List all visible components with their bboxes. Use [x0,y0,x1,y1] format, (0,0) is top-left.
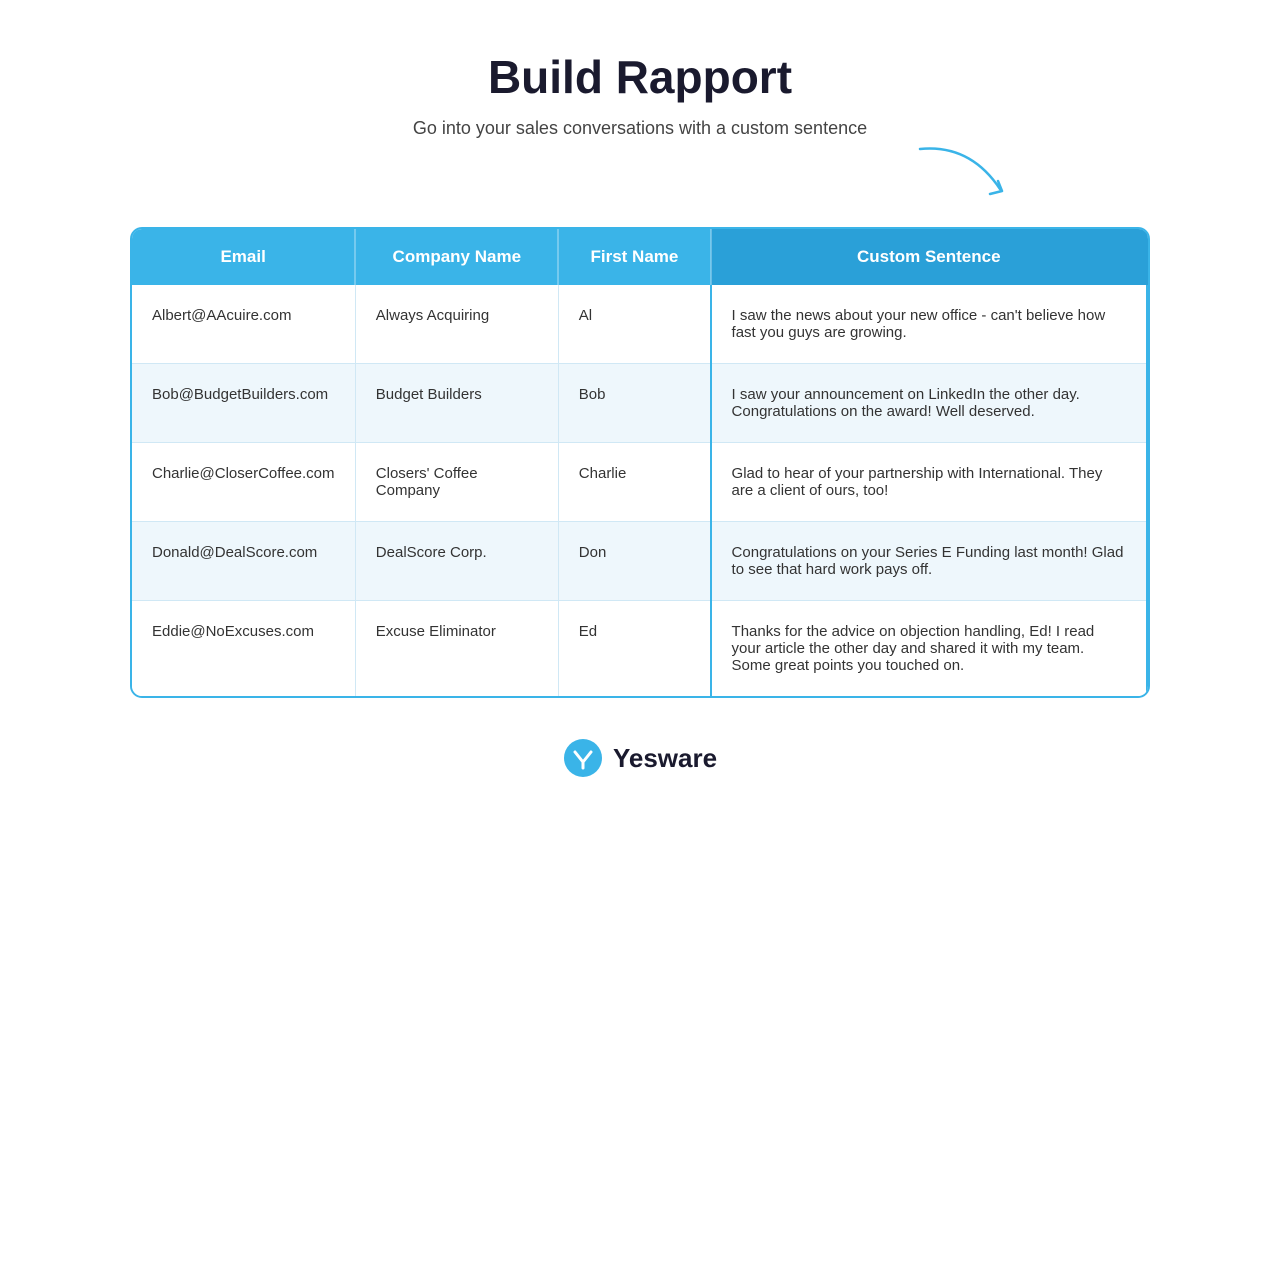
cell-email: Eddie@NoExcuses.com [132,601,355,697]
cell-company: Budget Builders [355,364,558,443]
yesware-brand-text: Yesware [613,743,717,774]
yesware-logo-icon [563,738,603,778]
cell-firstname: Charlie [558,443,710,522]
cell-firstname: Don [558,522,710,601]
cell-custom: I saw your announcement on LinkedIn the … [711,364,1147,443]
table-row: Charlie@CloserCoffee.comClosers' Coffee … [132,443,1147,522]
table-row: Albert@AAcuire.comAlways AcquiringAlI sa… [132,285,1147,364]
cell-custom: Glad to hear of your partnership with In… [711,443,1147,522]
table-row: Bob@BudgetBuilders.comBudget BuildersBob… [132,364,1147,443]
page-container: Build Rapport Go into your sales convers… [90,0,1190,838]
cell-custom: Thanks for the advice on objection handl… [711,601,1147,697]
page-subtitle: Go into your sales conversations with a … [130,118,1150,139]
table-row: Eddie@NoExcuses.comExcuse EliminatorEdTh… [132,601,1147,697]
arrow-icon [910,139,1030,209]
header-company: Company Name [355,229,558,285]
cell-company: Excuse Eliminator [355,601,558,697]
cell-email: Bob@BudgetBuilders.com [132,364,355,443]
cell-firstname: Al [558,285,710,364]
cell-custom: Congratulations on your Series E Funding… [711,522,1147,601]
rapport-table: Email Company Name First Name Custom Sen… [132,229,1148,696]
cell-company: DealScore Corp. [355,522,558,601]
cell-email: Charlie@CloserCoffee.com [132,443,355,522]
cell-company: Always Acquiring [355,285,558,364]
cell-firstname: Ed [558,601,710,697]
yesware-footer: Yesware [130,738,1150,778]
cell-company: Closers' Coffee Company [355,443,558,522]
arrow-decoration [130,149,1150,209]
cell-custom: I saw the news about your new office - c… [711,285,1147,364]
header-email: Email [132,229,355,285]
page-title: Build Rapport [130,50,1150,104]
header-firstname: First Name [558,229,710,285]
cell-email: Albert@AAcuire.com [132,285,355,364]
table-header-row: Email Company Name First Name Custom Sen… [132,229,1147,285]
cell-firstname: Bob [558,364,710,443]
header-custom: Custom Sentence [711,229,1147,285]
cell-email: Donald@DealScore.com [132,522,355,601]
table-wrapper: Email Company Name First Name Custom Sen… [130,227,1150,698]
table-row: Donald@DealScore.comDealScore Corp.DonCo… [132,522,1147,601]
